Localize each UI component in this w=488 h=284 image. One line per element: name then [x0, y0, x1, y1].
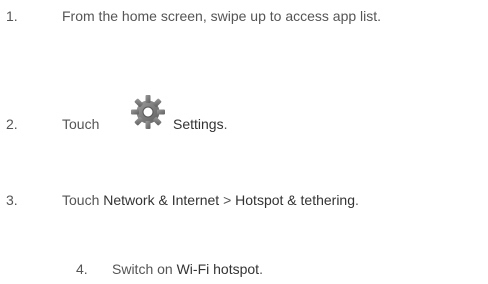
- step-suffix: .: [355, 192, 359, 208]
- step-suffix: .: [223, 116, 228, 132]
- step-number: 1.: [6, 8, 18, 24]
- step-separator: >: [223, 192, 232, 208]
- step-prefix: Switch on: [112, 261, 173, 277]
- step-target-1: Network & Internet: [103, 192, 220, 208]
- step-number: 3.: [6, 192, 18, 208]
- step-target-2: Hotspot & tethering: [235, 192, 356, 208]
- settings-gear-icon: [129, 93, 167, 131]
- step-number: 4.: [76, 261, 88, 277]
- step-number: 2.: [6, 116, 18, 132]
- step-prefix: Touch: [62, 116, 100, 132]
- step-text: From the home screen, swipe up to access…: [62, 8, 382, 24]
- step-prefix: Touch: [62, 192, 100, 208]
- step-target: Settings: [173, 116, 224, 132]
- settings-label: Settings.: [173, 115, 227, 133]
- step-text: Switch on Wi-Fi hotspot.: [112, 260, 263, 278]
- step-suffix: .: [259, 261, 263, 277]
- step-text: Touch Network & Internet > Hotspot & tet…: [62, 191, 359, 209]
- step-target: Wi-Fi hotspot: [176, 261, 260, 277]
